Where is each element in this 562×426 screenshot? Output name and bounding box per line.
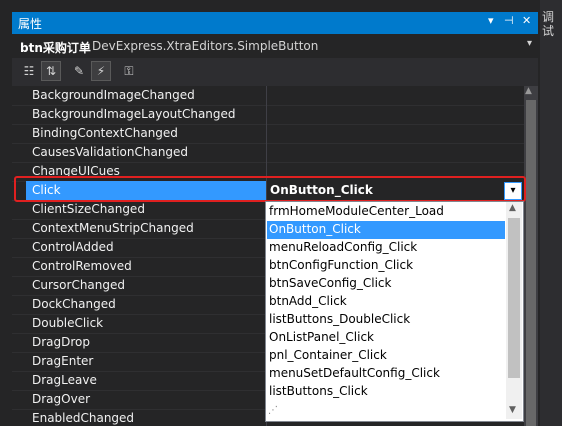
handler-option[interactable]: btnAdd_Click — [267, 293, 505, 311]
handler-option-label: btnSaveConfig_Click — [269, 276, 392, 290]
event-name: CursorChanged — [32, 278, 126, 292]
handler-option[interactable]: OnButton_Click — [267, 221, 505, 239]
event-row[interactable]: BindingContextChanged — [12, 124, 524, 144]
object-name: btn采购订单 — [20, 41, 91, 55]
event-name: DragEnter — [32, 354, 94, 368]
handler-option-label: pnl_Container_Click — [269, 348, 387, 362]
handler-dropdown-list: ▲ ▼ ⋰ frmHomeModuleCenter_Load OnButton_C… — [265, 201, 524, 422]
event-handler-cell[interactable] — [266, 86, 524, 105]
handler-option-label: listButtons_DoubleClick — [269, 312, 411, 326]
event-name: DragOver — [32, 392, 91, 406]
handler-option[interactable]: btnSaveConfig_Click — [267, 275, 505, 293]
property-pages-icon[interactable]: ⚿ — [120, 62, 138, 80]
handler-option[interactable]: pnl_Container_Click — [267, 347, 505, 365]
handler-option[interactable]: OnListPanel_Click — [267, 329, 505, 347]
scroll-up-icon[interactable]: ▲ — [525, 86, 532, 96]
events-icon[interactable]: ⚡ — [91, 61, 111, 81]
pin-icon[interactable]: ⊣ — [504, 14, 514, 27]
combo-dropdown-button[interactable]: ▾ — [504, 182, 522, 200]
handler-option[interactable]: frmHomeModuleCenter_Load — [267, 203, 505, 221]
chevron-down-icon[interactable]: ▾ — [527, 38, 532, 49]
event-name: BackgroundImageLayoutChanged — [32, 107, 236, 121]
handler-option-label: menuSetDefaultConfig_Click — [269, 366, 440, 380]
handler-option-label: btnAdd_Click — [269, 294, 347, 308]
dropdown-arrow-icon[interactable]: ▾ — [488, 14, 494, 27]
event-handler-cell[interactable] — [266, 143, 524, 162]
handler-option[interactable]: btnConfigFunction_Click — [267, 257, 505, 275]
handler-option[interactable]: menuSetDefaultConfig_Click — [267, 365, 505, 383]
alphabetical-icon[interactable]: ⇅ — [41, 61, 61, 81]
event-row[interactable]: CausesValidationChanged — [12, 143, 524, 163]
handler-option-label: menuReloadConfig_Click — [269, 240, 418, 254]
properties-window: 调试 属性 ▾ ⊣ ✕ btn采购订单 DevExpress.XtraEdito… — [0, 0, 562, 426]
panel-title: 属性 — [18, 17, 43, 31]
highlight-box — [14, 176, 526, 202]
handler-option-label: OnButton_Click — [269, 222, 361, 236]
object-selector[interactable]: btn采购订单 DevExpress.XtraEditors.SimpleBut… — [12, 34, 538, 59]
event-handler-cell[interactable] — [266, 124, 524, 143]
object-type: DevExpress.XtraEditors.SimpleButton — [92, 39, 319, 53]
event-name: ControlAdded — [32, 240, 114, 254]
dropdown-scrollbar[interactable]: ▲ ▼ — [506, 202, 522, 419]
event-name: CausesValidationChanged — [32, 145, 189, 159]
resize-grip-icon[interactable]: ⋰ — [268, 405, 282, 417]
event-name: DragDrop — [32, 335, 91, 349]
event-row[interactable]: BackgroundImageLayoutChanged — [12, 105, 524, 125]
handler-option[interactable]: listButtons_DoubleClick — [267, 311, 505, 329]
debug-side-tab[interactable]: 调试 — [542, 10, 558, 38]
dropdown-scroll-thumb[interactable] — [508, 218, 520, 378]
categorized-icon[interactable]: ☷ — [20, 62, 38, 80]
handler-option-label: btnConfigFunction_Click — [269, 258, 414, 272]
handler-option-label: listButtons_Click — [269, 384, 368, 398]
event-name: EnabledChanged — [32, 411, 135, 425]
event-name: ControlRemoved — [32, 259, 132, 273]
scroll-down-icon[interactable]: ▼ — [509, 405, 516, 415]
scroll-thumb[interactable] — [526, 100, 536, 426]
event-name: BindingContextChanged — [32, 126, 178, 140]
event-name: ClientSizeChanged — [32, 202, 145, 216]
panel-titlebar: 属性 ▾ ⊣ ✕ — [12, 12, 538, 34]
properties-icon[interactable]: ✎ — [70, 62, 88, 80]
properties-toolbar: ☷ ⇅ ✎ ⚡ ⚿ — [12, 58, 538, 86]
side-dock-strip — [540, 0, 562, 426]
close-icon[interactable]: ✕ — [522, 14, 531, 27]
handler-option[interactable]: listButtons_Click — [267, 383, 505, 401]
event-name: ContextMenuStripChanged — [32, 221, 194, 235]
event-name: DockChanged — [32, 297, 116, 311]
scroll-up-icon[interactable]: ▲ — [509, 203, 516, 213]
event-name: BackgroundImageChanged — [32, 88, 195, 102]
grid-scrollbar[interactable]: ▲ — [524, 86, 538, 426]
event-row[interactable]: BackgroundImageChanged — [12, 86, 524, 106]
event-name: DragLeave — [32, 373, 97, 387]
event-handler-cell[interactable] — [266, 105, 524, 124]
event-name: DoubleClick — [32, 316, 104, 330]
handler-option-label: frmHomeModuleCenter_Load — [269, 204, 444, 218]
handler-option[interactable]: menuReloadConfig_Click — [267, 239, 505, 257]
handler-option-label: OnListPanel_Click — [269, 330, 374, 344]
